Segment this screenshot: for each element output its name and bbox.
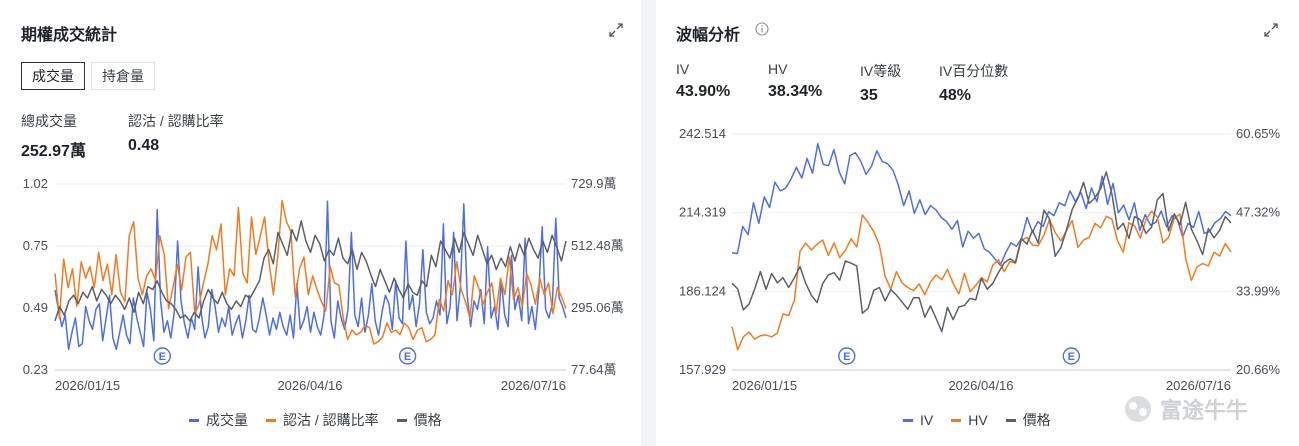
legend-item-iv[interactable]: IV xyxy=(903,410,933,430)
legend-swatch xyxy=(396,418,407,422)
legend-item-price[interactable]: 價格 xyxy=(1005,410,1051,430)
stat-label: IV百分位數 xyxy=(939,63,1009,79)
series-line xyxy=(54,200,567,351)
stat-label: IV xyxy=(676,61,690,77)
card-title: 期權成交統計 xyxy=(21,27,118,44)
stat-value: 48% xyxy=(939,87,972,104)
stat-value: 0.48 xyxy=(128,137,160,154)
watermark-text: 富途牛牛 xyxy=(1160,398,1248,423)
stat-value: 252.97萬 xyxy=(21,143,86,160)
y-left-tick-label: 157.929 xyxy=(679,362,726,377)
event-marker-label: E xyxy=(404,351,411,363)
y-left-tick-label: 1.02 xyxy=(23,176,48,191)
x-tick-label: 2026/07/16 xyxy=(1166,378,1231,392)
stat-hv: HV 38.34% xyxy=(768,61,822,101)
legend-label: 認沽 / 認購比率 xyxy=(283,412,379,428)
legend-label: IV xyxy=(920,412,934,428)
stat-iv-percentile: IV百分位數 48% xyxy=(939,61,1008,105)
stat-value: 43.90% xyxy=(676,83,731,100)
chart-legend: IV HV 價格 xyxy=(903,410,1069,430)
legend-item-price[interactable]: 價格 xyxy=(396,410,442,430)
legend-swatch xyxy=(266,418,276,422)
legend-label: 價格 xyxy=(1022,412,1051,428)
y-right-tick-label: 20.66% xyxy=(1236,362,1281,377)
expand-icon[interactable] xyxy=(1263,22,1279,38)
legend-swatch xyxy=(903,418,913,422)
series-line xyxy=(731,171,1232,333)
legend-label: 價格 xyxy=(413,412,442,428)
legend-label: 成交量 xyxy=(206,412,248,428)
futu-watermark-logo: 富途牛牛 xyxy=(1125,396,1248,423)
event-marker-label: E xyxy=(843,351,850,363)
y-right-tick-label: 60.65% xyxy=(1236,126,1281,141)
volatility-chart[interactable]: 242.514 214.319 186.124 157.929 60.65% 47.32%… xyxy=(656,122,1299,392)
stat-label: 總成交量 xyxy=(21,113,77,129)
info-icon[interactable] xyxy=(755,22,769,36)
stat-label: 認沽 / 認購比率 xyxy=(128,113,224,129)
stat-iv-rank: IV等級 35 xyxy=(860,61,901,105)
tab-open-interest[interactable]: 持倉量 xyxy=(91,62,155,90)
y-left-tick-label: 0.49 xyxy=(23,300,48,315)
stat-total-volume: 總成交量 252.97萬 xyxy=(21,111,86,161)
legend-swatch xyxy=(951,418,962,422)
legend-item-volume[interactable]: 成交量 xyxy=(189,410,248,430)
y-left-tick-label: 214.319 xyxy=(679,205,726,220)
tab-volume[interactable]: 成交量 xyxy=(21,62,85,90)
x-tick-label: 2026/01/15 xyxy=(55,378,120,393)
legend-item-put-call-ratio[interactable]: 認沽 / 認購比率 xyxy=(266,410,379,430)
y-left-tick-label: 0.23 xyxy=(23,362,48,377)
x-tick-label: 2026/04/16 xyxy=(277,378,342,393)
stat-put-call-ratio: 認沽 / 認購比率 0.48 xyxy=(128,111,224,155)
volatility-analysis-card: 波幅分析 IV 43.90% HV 38.34% IV等級 35 IV百分位數 … xyxy=(656,0,1299,446)
legend-swatch xyxy=(189,418,199,422)
stat-label: IV等級 xyxy=(860,63,902,79)
option-volume-chart[interactable]: 1.02 0.75 0.49 0.23 729.9萬 512.48萬 295.06萬 77.6… xyxy=(0,172,641,402)
legend-item-hv[interactable]: HV xyxy=(951,410,988,430)
stat-value: 38.34% xyxy=(768,83,823,100)
legend-swatch xyxy=(1005,418,1016,422)
y-right-tick-label: 729.9萬 xyxy=(571,176,617,191)
stat-label: HV xyxy=(768,61,788,77)
option-volume-card: 期權成交統計 成交量 持倉量 總成交量 252.97萬 認沽 / 認購比率 0.… xyxy=(0,0,641,446)
x-tick-label: 2026/07/16 xyxy=(501,378,566,393)
y-right-tick-label: 33.99% xyxy=(1236,283,1281,298)
stat-value: 35 xyxy=(860,87,878,104)
y-left-tick-label: 186.124 xyxy=(679,283,726,298)
x-tick-label: 2026/04/16 xyxy=(948,378,1013,392)
x-tick-label: 2026/01/15 xyxy=(732,378,797,392)
y-right-tick-label: 47.32% xyxy=(1236,205,1281,220)
y-left-tick-label: 0.75 xyxy=(23,238,48,253)
stat-iv: IV 43.90% xyxy=(676,61,730,101)
volume-oi-toggle: 成交量 持倉量 xyxy=(21,62,161,90)
y-right-tick-label: 77.64萬 xyxy=(571,362,617,377)
expand-icon[interactable] xyxy=(608,22,624,38)
y-right-tick-label: 512.48萬 xyxy=(571,238,624,253)
y-left-tick-label: 242.514 xyxy=(679,126,726,141)
card-title: 波幅分析 xyxy=(676,27,741,44)
y-right-tick-label: 295.06萬 xyxy=(571,300,624,315)
event-marker-label: E xyxy=(159,351,166,363)
chart-legend: 成交量 認沽 / 認購比率 價格 xyxy=(189,410,460,430)
event-marker-label: E xyxy=(1068,351,1075,363)
legend-label: HV xyxy=(968,412,988,428)
